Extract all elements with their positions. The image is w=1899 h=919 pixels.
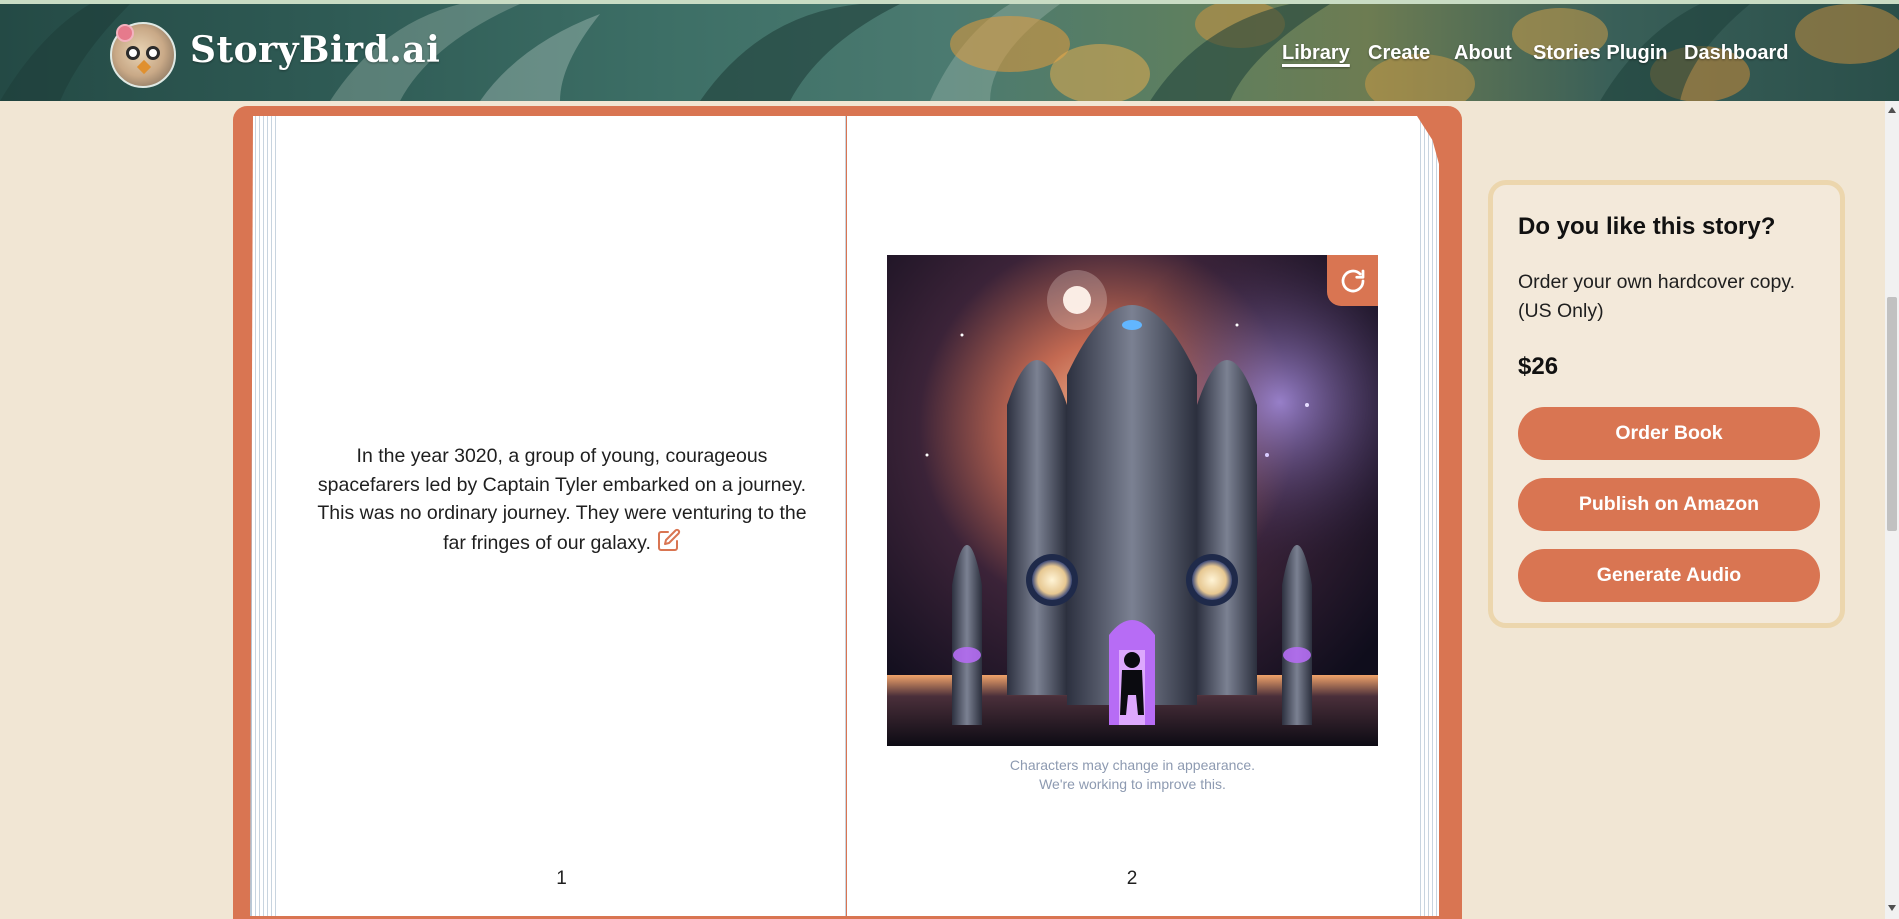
nav-create[interactable]: Create [1368,42,1430,65]
book-page-right: Characters may change in appearance. We'… [847,116,1417,916]
appearance-disclaimer: Characters may change in appearance. We'… [887,756,1378,794]
logo-flower [116,24,134,42]
edit-icon[interactable] [657,528,681,561]
nav-library[interactable]: Library [1282,42,1350,65]
nav-about[interactable]: About [1454,42,1512,65]
order-card-subtitle: Order your own hardcover copy. (US Only) [1518,271,1796,322]
page-number-right: 2 [1126,868,1138,889]
regenerate-icon [1341,269,1364,292]
scrollbar-thumb[interactable] [1887,297,1897,531]
disclaimer-line-1: Characters may change in appearance. [1009,757,1256,773]
site-header: StoryBird.ai Library Create About Storie… [0,4,1899,101]
book-page-left: In the year 3020, a group of young, cour… [278,116,846,916]
logo-beak [136,59,152,75]
rocket-scene-image [887,255,1378,746]
logo-eye-right [146,46,160,60]
story-text: In the year 3020, a group of young, cour… [317,445,807,554]
regenerate-image-button[interactable] [1327,255,1378,306]
scroll-down-arrow-icon[interactable] [1888,905,1896,911]
brand-name[interactable]: StoryBird.ai [190,29,440,71]
scroll-up-arrow-icon[interactable] [1888,107,1896,113]
logo-eye-left [126,46,140,60]
order-card-price: $26 [1518,353,1559,380]
page-scrollbar[interactable] [1885,101,1899,919]
order-book-button[interactable]: Order Book [1518,407,1820,460]
storybird-logo[interactable] [110,22,176,88]
story-illustration [887,255,1378,746]
publish-on-amazon-button[interactable]: Publish on Amazon [1518,478,1820,531]
nav-dashboard[interactable]: Dashboard [1684,42,1788,65]
book-page-edges-right [1417,116,1439,916]
disclaimer-line-2: We're working to improve this. [1039,776,1226,792]
nav-stories-plugin[interactable]: Stories Plugin [1533,42,1667,65]
order-card: Do you like this story? Order your own h… [1488,180,1845,628]
page-number-left: 1 [556,868,567,889]
order-card-title: Do you like this story? [1518,213,1776,240]
generate-audio-button[interactable]: Generate Audio [1518,549,1820,602]
book-page-edges-left [250,116,280,916]
story-text-block: In the year 3020, a group of young, cour… [314,442,810,560]
